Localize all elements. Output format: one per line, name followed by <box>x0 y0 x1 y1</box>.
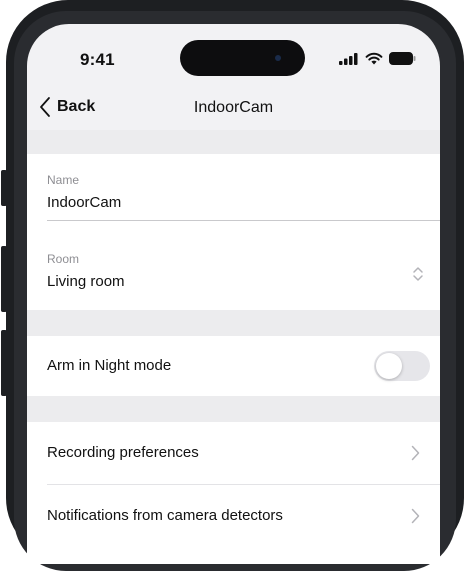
room-field-value: Living room <box>47 273 125 290</box>
room-select[interactable]: Room Living room <box>27 242 440 304</box>
chevron-right-icon <box>411 508 420 524</box>
settings-menu-list: Recording preferences Notifications from… <box>27 422 440 564</box>
camera-notifications-item[interactable]: Notifications from camera detectors <box>27 485 440 547</box>
menu-item-label: Recording preferences <box>47 444 199 461</box>
menu-item-label: Notifications from camera detectors <box>47 507 283 524</box>
status-bar: 9:41 <box>27 24 440 88</box>
device-info-card: Name IndoorCam Room Living room <box>27 154 440 310</box>
wifi-icon <box>365 52 383 65</box>
status-icons <box>339 52 416 65</box>
page-title: IndoorCam <box>193 99 274 116</box>
action-button <box>1 170 7 206</box>
name-field-underline <box>47 220 440 221</box>
toggle-knob <box>376 353 402 379</box>
chevron-right-icon <box>411 445 420 461</box>
dynamic-island <box>180 40 305 76</box>
recording-preferences-item[interactable]: Recording preferences <box>27 422 440 484</box>
night-mode-card: Arm in Night mode <box>27 336 440 396</box>
phone-screen: 9:41 Back IndoorCam Name IndoorCam Room … <box>27 24 440 564</box>
night-mode-toggle[interactable] <box>374 351 430 381</box>
name-field-label: Name <box>47 173 80 187</box>
chevron-up-down-icon <box>413 267 423 281</box>
name-field-input[interactable]: IndoorCam <box>47 194 121 211</box>
room-field-label: Room <box>47 252 80 266</box>
section-spacer <box>27 130 440 154</box>
section-spacer <box>27 396 440 422</box>
battery-icon <box>389 52 416 65</box>
night-mode-label: Arm in Night mode <box>47 357 172 374</box>
camera-lens-icon <box>275 55 281 61</box>
volume-down-button <box>1 330 7 396</box>
cellular-signal-icon <box>339 52 358 65</box>
section-spacer <box>27 310 440 336</box>
volume-up-button <box>1 246 7 312</box>
navigation-bar: Back IndoorCam <box>27 88 440 130</box>
status-time: 9:41 <box>80 50 115 69</box>
